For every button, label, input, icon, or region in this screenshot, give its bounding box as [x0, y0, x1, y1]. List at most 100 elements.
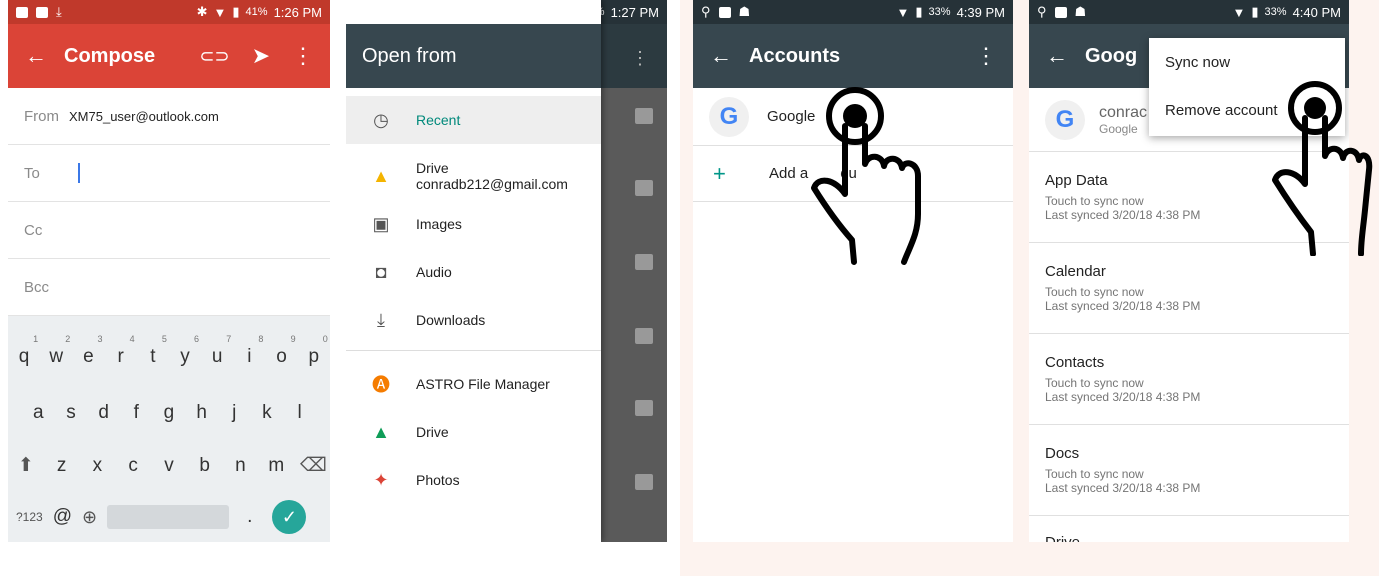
account-name: conrac	[1099, 103, 1148, 121]
drawer-item-photos[interactable]: ✦ Photos	[346, 460, 601, 500]
drawer-item-astro[interactable]: 🅐 ASTRO File Manager	[346, 364, 601, 404]
key-a[interactable]: a	[26, 402, 50, 424]
overflow-menu-icon[interactable]: ⋮	[292, 43, 314, 69]
key-w[interactable]: w2	[44, 334, 70, 368]
key-period[interactable]: .	[247, 506, 252, 528]
sync-now-menu-item[interactable]: Sync now	[1149, 38, 1345, 86]
drawer-item-recent[interactable]: ◷ Recent	[346, 96, 601, 144]
key-o[interactable]: o9	[270, 334, 295, 368]
symbols-key[interactable]: ?123	[16, 510, 43, 524]
key-e[interactable]: e3	[76, 334, 102, 368]
bcc-field[interactable]: Bcc	[8, 259, 330, 316]
backspace-icon[interactable]: ⌫	[300, 454, 327, 477]
key-g[interactable]: g	[157, 402, 181, 424]
cc-label: Cc	[24, 221, 43, 239]
clock: 4:39 PM	[956, 4, 1005, 20]
drawer-header: Open from	[346, 24, 601, 88]
drawer-item-drive[interactable]: ▲ Drive conradb212@gmail.com	[346, 150, 601, 202]
page-title: Goog	[1085, 44, 1138, 67]
account-info: conrac Google	[1099, 104, 1147, 136]
download-icon: ⤓	[377, 309, 385, 330]
key-t[interactable]: t5	[141, 334, 167, 368]
key-k[interactable]: k	[255, 402, 279, 424]
notification-icon	[16, 6, 28, 18]
sync-item-status: Touch to sync now Last synced 3/20/18 4:3…	[1045, 376, 1201, 404]
key-u[interactable]: u7	[205, 334, 231, 368]
key-i[interactable]: i8	[237, 334, 263, 368]
arrow-left-icon[interactable]: ←	[8, 43, 64, 69]
image-icon	[635, 400, 653, 416]
key-s[interactable]: s	[59, 402, 83, 424]
shift-icon[interactable]: ⬆	[14, 454, 38, 477]
clock: 1:27 PM	[610, 4, 659, 20]
google-icon: G	[1045, 99, 1085, 140]
key-b[interactable]: b	[193, 455, 217, 477]
key-r[interactable]: r4	[109, 334, 134, 368]
drawer-item-audio[interactable]: ◘ Audio	[346, 252, 601, 292]
check-icon[interactable]: ✓	[272, 500, 307, 534]
sync-item-docs[interactable]: Docs Touch to sync now Last synced 3/20/1…	[1029, 425, 1349, 516]
space-bar[interactable]	[107, 505, 230, 529]
key-c[interactable]: c	[121, 455, 145, 477]
globe-icon[interactable]: ⊕	[82, 507, 97, 528]
send-icon[interactable]: ➤	[252, 43, 270, 69]
battery-icon: ▮	[232, 4, 240, 19]
key-y[interactable]: y6	[173, 334, 199, 368]
key-n[interactable]: n	[228, 455, 252, 477]
audio-icon: ◘	[375, 261, 387, 282]
key-l[interactable]: l	[288, 402, 312, 424]
image-status-icon	[718, 6, 731, 18]
drive-icon: ▲	[372, 165, 390, 186]
tap-hand-icon	[1272, 81, 1373, 256]
keyboard-icon	[36, 6, 48, 18]
to-field[interactable]: To	[8, 145, 330, 202]
clock: 4:40 PM	[1292, 4, 1341, 20]
clock: 1:26 PM	[273, 4, 322, 20]
key-v[interactable]: v	[157, 455, 181, 477]
key-f[interactable]: f	[124, 402, 148, 424]
key-m[interactable]: m	[264, 455, 288, 477]
key-q[interactable]: q1	[12, 334, 38, 368]
page-title: Accounts	[749, 44, 841, 67]
arrow-left-icon[interactable]: ←	[1029, 43, 1085, 69]
key-d[interactable]: d	[92, 402, 116, 424]
drawer-item-label: Downloads	[416, 312, 486, 328]
key-p[interactable]: p0	[302, 334, 327, 368]
image-icon	[635, 254, 653, 270]
to-label: To	[24, 164, 40, 182]
key-at[interactable]: @	[53, 506, 72, 528]
sync-item-contacts[interactable]: Contacts Touch to sync now Last synced 3/…	[1029, 334, 1349, 425]
account-type: Google	[1099, 121, 1138, 136]
key-j[interactable]: j	[222, 402, 246, 424]
sync-item-status: Touch to sync now Last synced 3/20/18 4:3…	[1045, 467, 1201, 495]
key-x[interactable]: x	[85, 455, 109, 477]
drawer-item-label: Audio	[416, 264, 452, 280]
from-field[interactable]: From XM75_user@outlook.com	[8, 88, 330, 145]
tap-hand-icon	[811, 87, 921, 265]
status-bar: ⚲ ☗ ▼ ▮ 33% 4:40 PM	[1029, 0, 1349, 24]
sync-item-name: Contacts	[1045, 354, 1105, 371]
soft-keyboard: q1 w2 e3 r4 t5 y6 u7 i8 o9 p0 a s d f g …	[8, 316, 330, 542]
download-icon: ⤓	[56, 4, 62, 19]
status-bar: ⚲ ☗ ▼ ▮ 33% 4:39 PM	[693, 0, 1013, 24]
sync-item-calendar[interactable]: Calendar Touch to sync now Last synced 3/…	[1029, 243, 1349, 334]
image-icon	[635, 108, 653, 124]
image-icon	[635, 180, 653, 196]
overflow-menu-icon[interactable]: ⋮	[631, 48, 649, 69]
cc-field[interactable]: Cc	[8, 202, 330, 259]
arrow-left-icon[interactable]: ←	[693, 43, 749, 69]
drawer-item-images[interactable]: ▣ Images	[346, 204, 601, 244]
paperclip-icon[interactable]: ⊂⊃	[199, 46, 229, 67]
drive-icon: ▲	[372, 421, 390, 442]
key-h[interactable]: h	[190, 402, 214, 424]
sync-item-status: Touch to sync now Last synced 3/20/18 4:3…	[1045, 285, 1201, 313]
image-icon	[635, 474, 653, 490]
key-z[interactable]: z	[50, 455, 74, 477]
sync-item-drive-partial[interactable]: Drive	[1045, 534, 1080, 542]
sync-item-name: Calendar	[1045, 263, 1106, 280]
overflow-menu-icon[interactable]: ⋮	[975, 43, 997, 69]
drawer-item-drive-app[interactable]: ▲ Drive	[346, 412, 601, 452]
keyboard-row-2: a s d f g h j k l	[8, 402, 330, 424]
drawer-item-label: ASTRO File Manager	[416, 376, 550, 392]
drawer-item-downloads[interactable]: ⤓ Downloads	[346, 300, 601, 340]
